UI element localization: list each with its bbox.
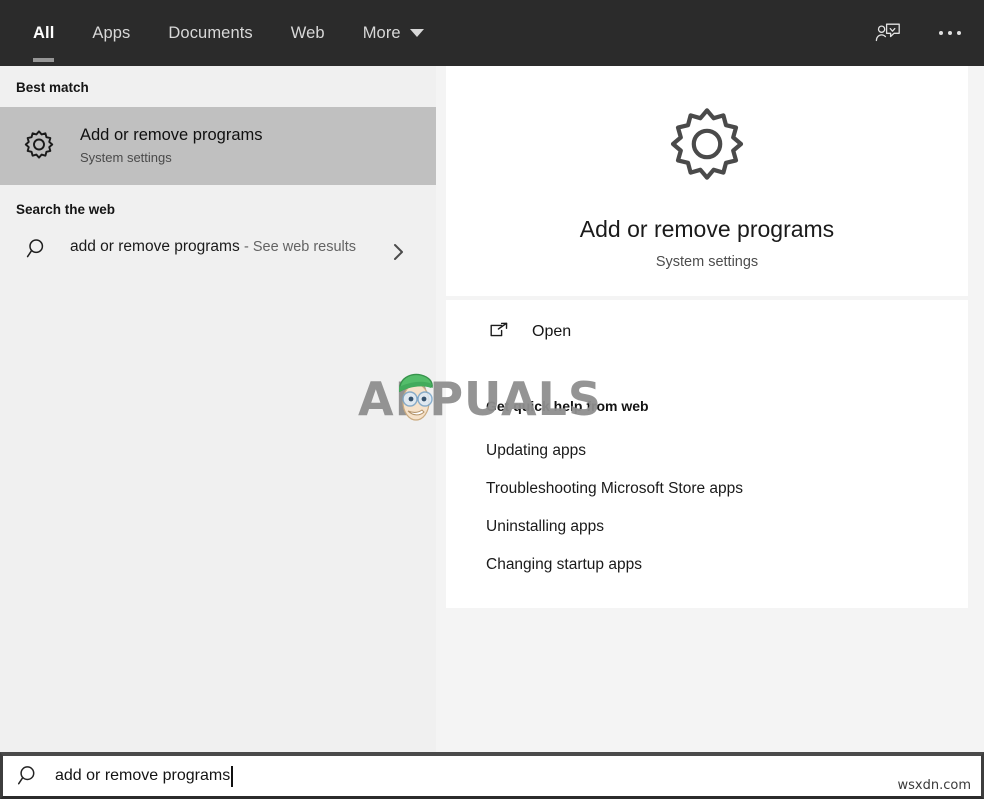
windows-search-flyout: All Apps Documents Web More (0, 0, 984, 799)
filter-tabs: All Apps Documents Web More (0, 0, 443, 66)
preview-body: Open Get quick help from web Updating ap… (446, 300, 968, 608)
chevron-right-icon[interactable] (390, 241, 408, 268)
search-the-web-heading: Search the web (0, 185, 436, 223)
web-search-result-row[interactable]: add or remove programs - See web results (0, 223, 436, 285)
search-icon (16, 233, 60, 261)
topbar-actions (868, 0, 970, 66)
gear-icon (16, 126, 62, 166)
preview-header-card: Add or remove programs System settings (446, 66, 968, 296)
quick-help-link-changing-startup-apps[interactable]: Changing startup apps (446, 546, 968, 584)
preview-panel: Add or remove programs System settings O… (436, 66, 984, 752)
search-input[interactable]: add or remove programs (55, 766, 233, 787)
open-label: Open (532, 323, 571, 341)
quick-help-link-updating-apps[interactable]: Updating apps (446, 432, 968, 470)
preview-header: Add or remove programs System settings (446, 66, 968, 296)
web-search-result-text: add or remove programs - See web results (70, 233, 370, 261)
best-match-heading: Best match (0, 66, 436, 107)
tab-more[interactable]: More (344, 0, 443, 66)
chevron-down-icon (410, 29, 424, 37)
search-input-value: add or remove programs (55, 767, 230, 785)
web-search-suffix: - See web results (244, 239, 356, 255)
open-button[interactable]: Open (446, 300, 968, 364)
result-item-title: Add or remove programs (80, 124, 263, 146)
tab-more-label: More (363, 24, 401, 43)
ellipsis-icon[interactable] (930, 13, 970, 53)
tab-documents[interactable]: Documents (149, 0, 271, 66)
results-list-panel: Best match Add or remove programs System… (0, 66, 436, 752)
quick-help-section: Get quick help from web Updating apps Tr… (446, 364, 968, 608)
web-search-query: add or remove programs (70, 238, 240, 255)
ellipsis-dots (939, 31, 961, 35)
tab-web-label: Web (291, 24, 325, 43)
credit-label: wsxdn.com (898, 778, 972, 793)
taskbar-search-box[interactable]: add or remove programs wsxdn.com (0, 752, 984, 799)
search-filter-topbar: All Apps Documents Web More (0, 0, 984, 66)
gear-icon (446, 100, 968, 196)
preview-title: Add or remove programs (446, 212, 968, 246)
text-cursor (231, 766, 233, 787)
result-item-text: Add or remove programs System settings (80, 124, 263, 168)
preview-subtitle: System settings (446, 254, 968, 270)
search-icon (3, 764, 55, 788)
tab-documents-label: Documents (168, 24, 252, 43)
tab-web[interactable]: Web (272, 0, 344, 66)
quick-help-link-uninstalling-apps[interactable]: Uninstalling apps (446, 508, 968, 546)
quick-help-link-troubleshooting-microsoft-store-apps[interactable]: Troubleshooting Microsoft Store apps (446, 470, 968, 508)
quick-help-heading: Get quick help from web (446, 398, 968, 414)
tab-apps-label: Apps (92, 24, 130, 43)
open-external-icon (486, 321, 512, 343)
tab-all[interactable]: All (14, 0, 73, 66)
tab-all-label: All (33, 24, 54, 43)
result-item-subtitle: System settings (80, 148, 263, 168)
preview-actions-card: Open Get quick help from web Updating ap… (446, 300, 968, 608)
person-feedback-icon[interactable] (868, 13, 908, 53)
tab-apps[interactable]: Apps (73, 0, 149, 66)
result-item-add-or-remove-programs[interactable]: Add or remove programs System settings (0, 107, 436, 185)
